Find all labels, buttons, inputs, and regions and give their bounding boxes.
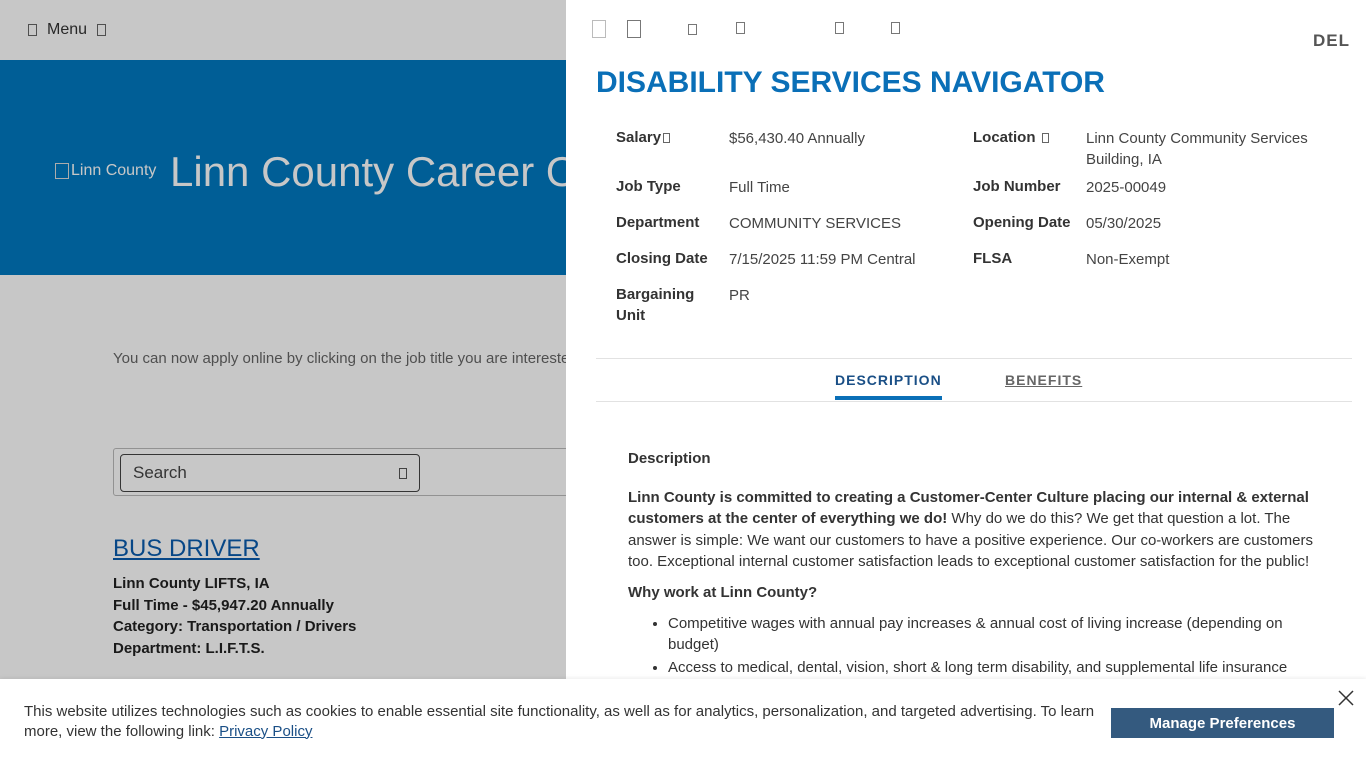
cookie-text: This website utilizes technologies such … [24, 703, 1095, 740]
facebook-icon[interactable] [835, 22, 844, 34]
bargaining-unit-value: PR [729, 287, 750, 304]
job-number-label: Job Number [973, 178, 1061, 195]
divider [596, 358, 1352, 359]
why-work-heading: Why work at Linn County? [628, 584, 818, 602]
info-icon[interactable] [1041, 133, 1049, 144]
job-title: DISABILITY SERVICES NAVIGATOR [596, 66, 1105, 99]
salary-label: Salary [616, 129, 671, 146]
opening-date-label: Opening Date [973, 214, 1071, 231]
tab-benefits[interactable]: BENEFITS [1005, 372, 1082, 388]
info-icon[interactable] [663, 133, 671, 144]
job-type-label: Job Type [616, 178, 681, 195]
list-item: Access to medical, dental, vision, short… [668, 657, 1318, 678]
flsa-label: FLSA [973, 250, 1013, 267]
share-icon[interactable] [736, 22, 745, 34]
opening-date-value: 05/30/2025 [1086, 215, 1162, 232]
list-item: Competitive wages with annual pay increa… [668, 613, 1318, 655]
print-icon[interactable] [627, 20, 641, 38]
description-panel: Description Linn County is committed to … [628, 448, 1318, 679]
close-icon[interactable] [1337, 689, 1355, 707]
twitter-icon[interactable] [891, 22, 900, 34]
cookie-banner: This website utilizes technologies such … [0, 679, 1366, 768]
department-value: COMMUNITY SERVICES [729, 215, 901, 232]
benefits-bullet-list: Competitive wages with annual pay increa… [628, 613, 1318, 678]
closing-date-label: Closing Date [616, 250, 708, 267]
job-type-value: Full Time [729, 179, 790, 196]
location-value: Linn County Community Services Building,… [1086, 130, 1308, 168]
closing-date-value: 7/15/2025 11:59 PM Central [729, 251, 916, 268]
detail-tabs: DESCRIPTION BENEFITS [596, 360, 1352, 402]
bargaining-unit-label-line1: Bargaining [616, 286, 695, 303]
salary-value: $56,430.40 Annually [729, 130, 865, 147]
tab-description[interactable]: DESCRIPTION [835, 372, 942, 400]
job-number-value: 2025-00049 [1086, 179, 1167, 196]
department-label: Department [616, 214, 700, 231]
location-label: Location [973, 129, 1049, 146]
privacy-policy-link[interactable]: Privacy Policy [219, 723, 312, 740]
job-detail-drawer: DEL DISABILITY SERVICES NAVIGATOR Salary… [566, 0, 1366, 768]
description-intro: Linn County is committed to creating a C… [628, 487, 1318, 572]
flsa-value: Non-Exempt [1086, 251, 1170, 268]
back-icon[interactable] [592, 20, 606, 38]
delete-link[interactable]: DEL [1313, 31, 1350, 51]
description-heading: Description [628, 450, 711, 467]
bargaining-unit-label-line2: Unit [616, 307, 646, 324]
email-icon[interactable] [688, 24, 697, 35]
manage-preferences-button[interactable]: Manage Preferences [1111, 708, 1334, 738]
